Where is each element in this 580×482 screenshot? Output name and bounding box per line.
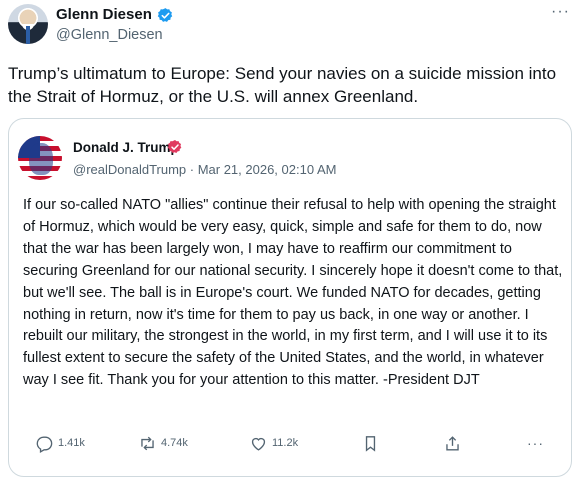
more-icon[interactable]: ··· <box>527 431 544 455</box>
reply-count: 1.41k <box>58 437 85 449</box>
tweet-text: Trump’s ultimatum to Europe: Send your n… <box>8 64 557 106</box>
repost-count: 4.74k <box>161 437 188 449</box>
truth-verified-icon <box>167 140 182 153</box>
like-count: 11.2k <box>272 437 299 449</box>
avatar-silhouette <box>29 143 53 175</box>
share-icon <box>446 435 459 451</box>
verified-badge-icon <box>157 8 173 22</box>
quoted-author-name: Donald J. Trump <box>73 140 179 155</box>
author-name[interactable]: Glenn Diesen <box>56 6 152 23</box>
action-bar: 1.41k 4.74k 11.2k ··· <box>9 431 573 455</box>
author-avatar[interactable] <box>8 4 48 44</box>
author-handle[interactable]: @Glenn_Diesen <box>56 27 163 43</box>
like-icon <box>251 437 266 451</box>
reply-icon <box>36 435 53 453</box>
repost-button[interactable]: 4.74k <box>138 431 188 455</box>
bookmark-button[interactable] <box>361 431 380 455</box>
quoted-post-text: If our so-called NATO "allies" continue … <box>23 197 563 389</box>
repost-icon <box>141 436 154 450</box>
quoted-author-avatar <box>18 136 62 180</box>
like-button[interactable]: 11.2k <box>249 431 298 455</box>
share-button[interactable] <box>443 431 462 455</box>
quoted-post-card[interactable]: Donald J. Trump @realDonaldTrump · Mar 2… <box>8 118 572 477</box>
reply-button[interactable]: 1.41k <box>35 431 85 455</box>
bookmark-icon <box>365 435 376 452</box>
more-icon[interactable]: ··· <box>551 3 570 21</box>
avatar-tie <box>26 26 30 44</box>
quoted-post-meta: @realDonaldTrump · Mar 21, 2026, 02:10 A… <box>73 162 337 177</box>
